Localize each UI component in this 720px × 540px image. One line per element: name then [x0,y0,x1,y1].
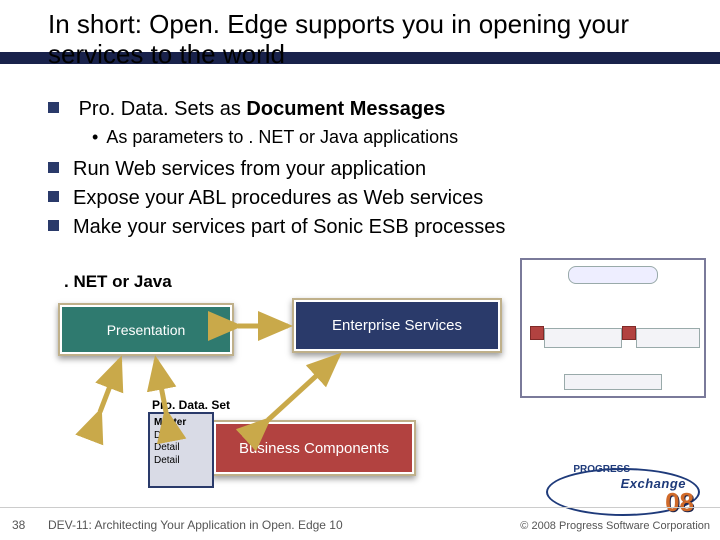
bullet-4: Make your services part of Sonic ESB pro… [48,216,688,239]
copyright: © 2008 Progress Software Corporation [520,520,710,532]
pds-row: Detail [154,455,208,468]
box-presentation-label: Presentation [107,322,186,338]
bullet-1-text-bold: Document Messages [246,98,445,120]
prodataset-label: Pro. Data. Set [150,398,232,412]
box-business-label: Business Components [239,440,389,457]
bullet-square-icon [48,191,59,202]
bullet-4-text: Make your services part of Sonic ESB pro… [73,216,505,238]
pds-row: Detail [154,442,208,455]
diagram-mid-right [636,328,700,348]
footer: 38 DEV-11: Architecting Your Application… [0,507,720,540]
box-enterprise-label: Enterprise Services [332,317,462,334]
bullet-square-icon [48,102,59,113]
bullet-3: Expose your ABL procedures as Web servic… [48,187,688,210]
bullet-1-text-pre: Pro. Data. Sets as [79,98,247,120]
diagram-left-icon [530,326,544,340]
bullet-1: Pro. Data. Sets as Document Messages [48,98,688,121]
session-title: DEV-11: Architecting Your Application in… [48,518,343,532]
sub-bullet-1: • As parameters to . NET or Java applicat… [92,127,688,148]
prodataset-box: Master Detail Detail Detail [148,412,214,488]
bullet-2-text: Run Web services from your application [73,158,426,180]
architecture-diagram [520,258,706,398]
pds-row: Master [154,417,208,430]
bullet-square-icon [48,220,59,231]
bullet-square-icon [48,162,59,173]
box-enterprise-services: Enterprise Services [292,298,502,353]
bullet-list: Pro. Data. Sets as Document Messages • As… [48,92,688,245]
sub-bullet-1-text: As parameters to . NET or Java applicati… [106,127,458,147]
diagram-bottom-node [564,374,662,390]
diagram-right-icon [622,326,636,340]
box-presentation: Presentation [58,303,234,356]
page-number: 38 [12,518,25,532]
bullet-3-text: Expose your ABL procedures as Web servic… [73,187,483,209]
pds-row: Detail [154,430,208,443]
bullet-2: Run Web services from your application [48,158,688,181]
box-business-components: Business Components [212,420,416,476]
logo-progress-text: PROGRESS [573,464,630,475]
diagram-top-node [568,266,658,284]
slide: In short: Open. Edge supports you in ope… [0,0,720,540]
dot-icon: • [92,127,98,147]
diagram-mid-left [544,328,622,348]
slide-title: In short: Open. Edge supports you in ope… [48,10,688,70]
label-net-java: . NET or Java [64,272,172,292]
